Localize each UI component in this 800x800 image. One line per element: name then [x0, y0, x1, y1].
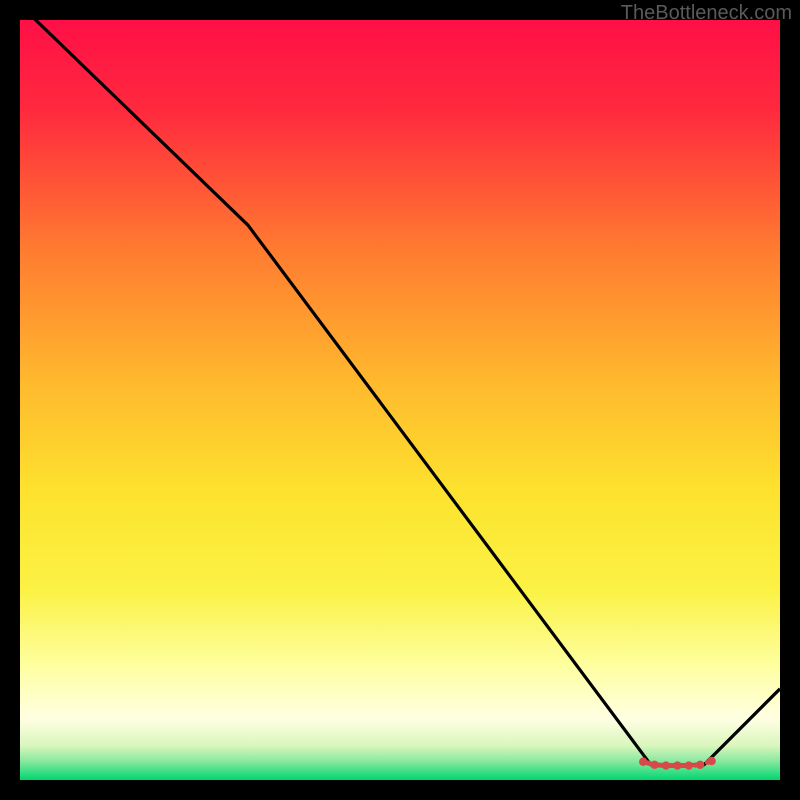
optimal-marker-dot [650, 761, 658, 769]
chart-stage: TheBottleneck.com [0, 0, 800, 800]
optimal-marker-line [643, 761, 711, 766]
optimal-marker-dot [639, 758, 647, 766]
optimal-marker-dot [673, 761, 681, 769]
gradient-background [20, 20, 780, 780]
optimal-marker-dot [707, 757, 715, 765]
plot-area [20, 20, 780, 780]
bottleneck-curve [20, 20, 780, 780]
optimal-marker-dot [696, 761, 704, 769]
optimal-marker-dot [662, 761, 670, 769]
optimal-marker-dot [685, 761, 693, 769]
